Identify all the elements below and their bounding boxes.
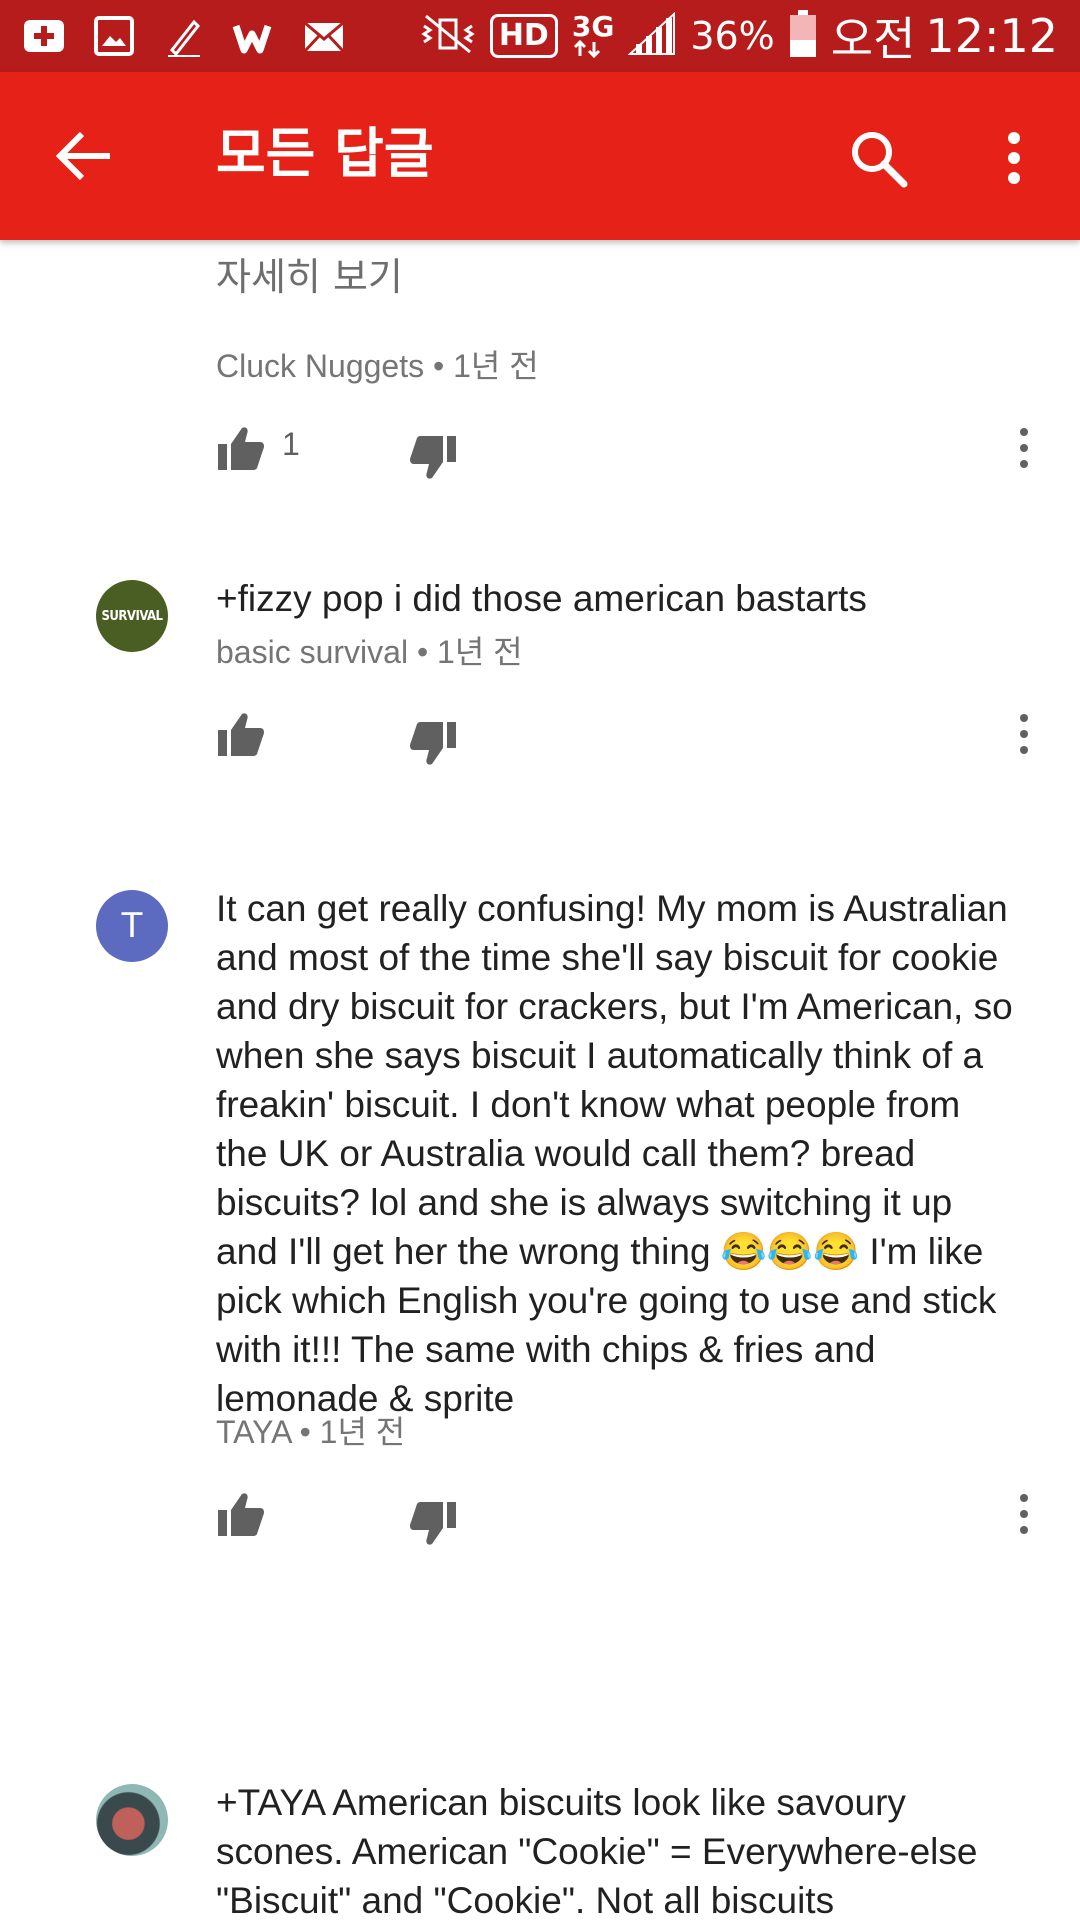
thumbs-down-icon[interactable] (408, 718, 458, 768)
w-app-icon (232, 14, 276, 58)
search-icon[interactable] (848, 128, 908, 188)
thumbs-up-icon[interactable] (216, 710, 266, 760)
comment-time: 1년 전 (453, 348, 539, 384)
avatar[interactable]: SURVIVAL (96, 580, 168, 652)
comment-author[interactable]: TAYA (216, 1414, 291, 1450)
mail-icon (302, 14, 346, 58)
notification-icons (22, 14, 372, 58)
battery-percent: 36% (690, 14, 775, 58)
status-indicators: HD 3G 36% 오전 12:12 (406, 3, 1058, 69)
separator-dot: • (432, 348, 445, 384)
status-bar: HD 3G 36% 오전 12:12 (0, 0, 1080, 72)
comment-meta: Cluck Nuggets • 1년 전 (216, 344, 539, 388)
comment-actions (0, 1490, 1080, 1550)
comment-more-icon[interactable] (1012, 1490, 1036, 1540)
network-type: 3G (572, 13, 614, 58)
comment-meta: TAYA • 1년 전 (216, 1410, 405, 1454)
comment-author[interactable]: Cluck Nuggets (216, 348, 424, 384)
comment-text: It can get really confusing! My mom is A… (216, 888, 1013, 1419)
read-more-link[interactable]: 자세히 보기 (216, 252, 403, 302)
mute-vibrate-icon (420, 12, 476, 60)
plus-icon (22, 14, 66, 58)
separator-dot: • (416, 634, 429, 670)
hd-badge: HD (489, 14, 558, 58)
comment-actions: 1 (0, 424, 1080, 484)
avatar-logo-text: SURVIVAL (101, 608, 164, 624)
comment-more-icon[interactable] (1012, 424, 1036, 474)
clock-ampm: 오전 (830, 12, 916, 66)
comment-meta: basic survival • 1년 전 (216, 630, 523, 674)
thumbs-up-icon[interactable] (216, 424, 266, 474)
comment-time: 1년 전 (437, 634, 523, 670)
signal-icon (627, 11, 676, 60)
like-count: 1 (282, 426, 300, 462)
battery-icon (789, 10, 817, 62)
image-icon (92, 14, 136, 58)
comment-text: +fizzy pop i did those american bastarts (216, 578, 867, 619)
avatar[interactable] (96, 1784, 168, 1856)
thumbs-down-icon[interactable] (408, 432, 458, 482)
comment-more-icon[interactable] (1012, 710, 1036, 760)
pen-icon (162, 14, 206, 58)
comment-time: 1년 전 (319, 1414, 406, 1450)
app-bar: 모든 답글 (0, 72, 1080, 240)
comment-author[interactable]: basic survival (216, 634, 408, 670)
avatar[interactable]: T (96, 890, 168, 962)
back-arrow-icon[interactable] (55, 130, 112, 182)
thumbs-down-icon[interactable] (408, 1498, 458, 1548)
separator-dot: • (299, 1414, 311, 1450)
replies-list[interactable]: 자세히 보기 Cluck Nuggets • 1년 전 1 SURVIVAL +… (0, 240, 1080, 1920)
more-vert-icon[interactable] (996, 128, 1032, 188)
thumbs-up-icon[interactable] (216, 1490, 266, 1540)
comment-text: +TAYA American biscuits look like savour… (216, 1782, 978, 1920)
clock-time: 12:12 (925, 9, 1058, 63)
page-title: 모든 답글 (216, 122, 434, 185)
avatar-initial: T (121, 906, 143, 946)
comment-actions (0, 710, 1080, 770)
